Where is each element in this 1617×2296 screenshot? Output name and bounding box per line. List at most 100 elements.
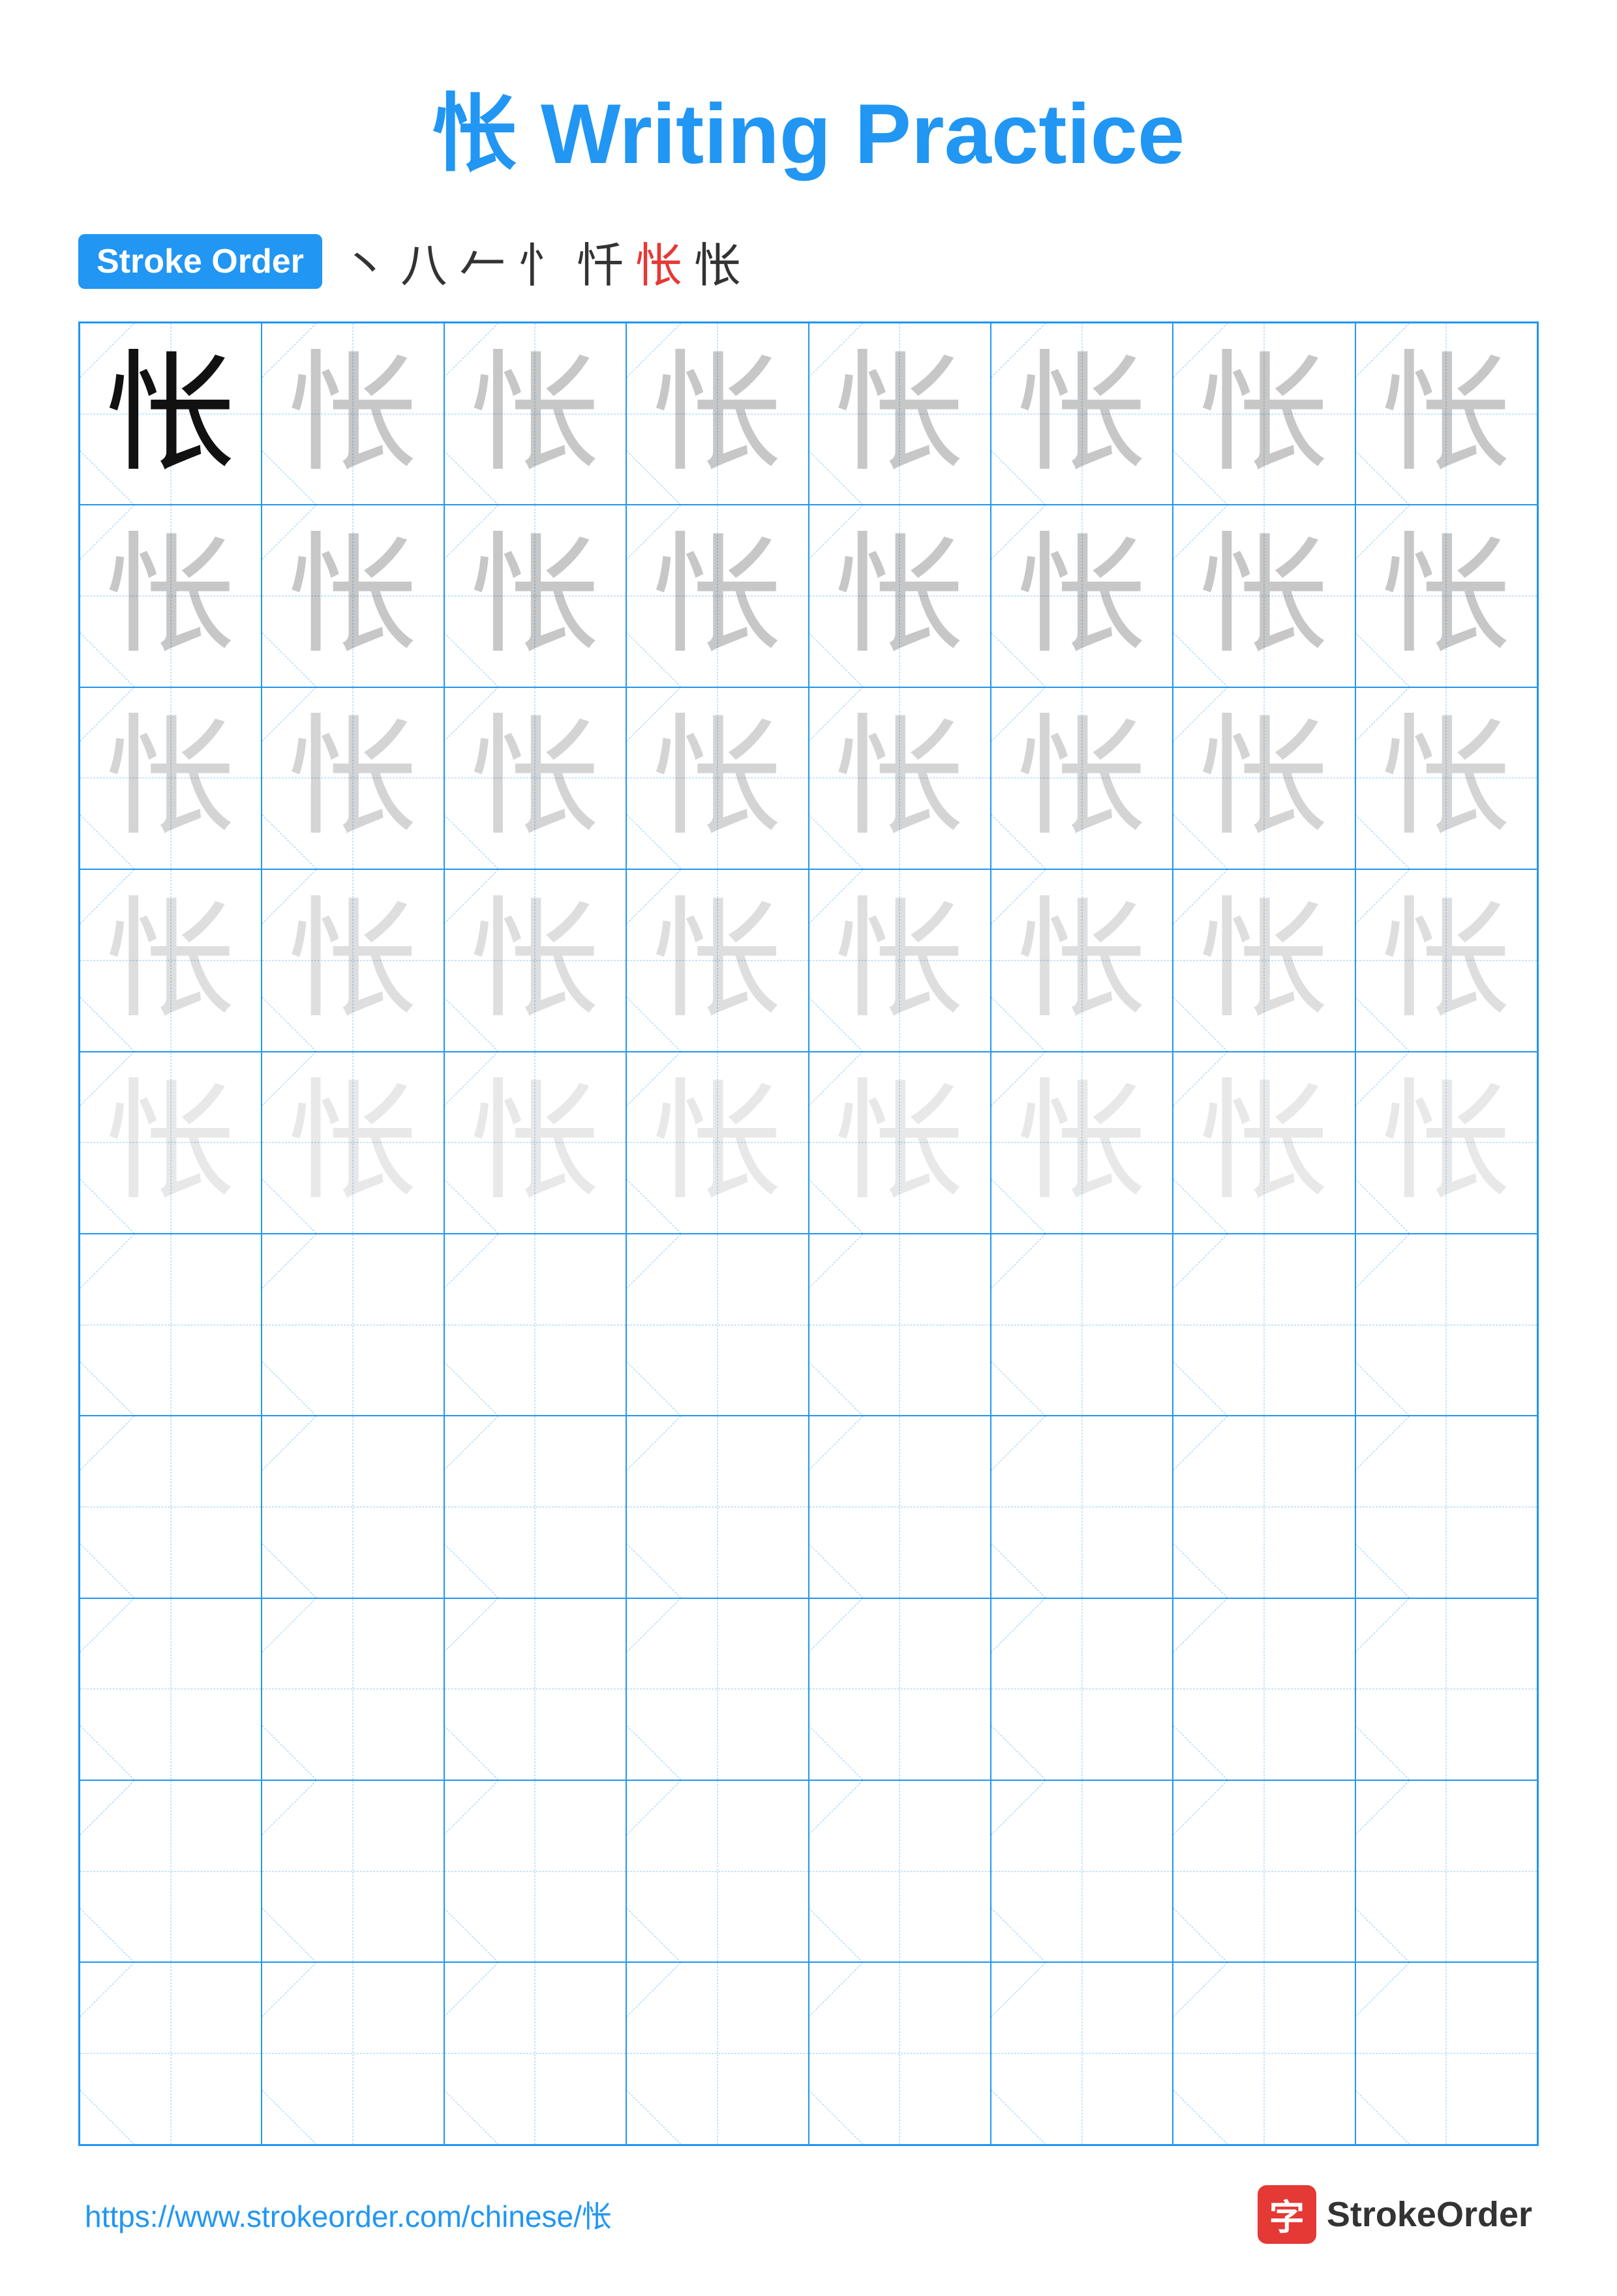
grid-cell[interactable]: 怅 [1355,1052,1537,1234]
grid-cell[interactable] [444,1416,626,1598]
grid-cell[interactable] [991,1962,1173,2144]
grid-cell[interactable] [444,1234,626,1416]
grid-cell[interactable] [626,1962,808,2144]
grid-cell[interactable]: 怅 [262,323,444,505]
grid-cell[interactable] [626,1780,808,1962]
grid-cell[interactable]: 怅 [991,687,1173,869]
character-display: 怅 [1199,713,1329,843]
grid-cell[interactable]: 怅 [444,323,626,505]
grid-cell[interactable] [1355,1598,1537,1780]
grid-cell[interactable] [809,1416,991,1598]
grid-cell[interactable] [262,1962,444,2144]
grid-cell[interactable]: 怅 [1355,505,1537,687]
grid-cell[interactable] [1173,1234,1355,1416]
character-display: 怅 [1199,895,1329,1026]
grid-cell[interactable] [809,1234,991,1416]
grid-cell[interactable]: 怅 [262,687,444,869]
grid-cell[interactable]: 怅 [1173,1052,1355,1234]
character-display: 怅 [1017,531,1147,661]
grid-cell[interactable]: 怅 [1355,869,1537,1051]
character-display: 怅 [1017,1077,1147,1208]
grid-cell[interactable] [1173,1962,1355,2144]
grid-cell[interactable]: 怅 [809,687,991,869]
grid-cell[interactable]: 怅 [626,869,808,1051]
grid-cell[interactable]: 怅 [262,505,444,687]
character-display: 怅 [1017,349,1147,479]
grid-cell[interactable]: 怅 [626,1052,808,1234]
character-display: 怅 [1199,531,1329,661]
character-display: 怅 [1381,895,1511,1026]
grid-cell[interactable]: 怅 [809,869,991,1051]
grid-cell[interactable] [1173,1416,1355,1598]
grid-cell[interactable]: 怅 [1173,505,1355,687]
grid-cell[interactable] [1355,1780,1537,1962]
grid-cell[interactable]: 怅 [809,1052,991,1234]
grid-cell[interactable]: 怅 [1173,869,1355,1051]
grid-cell[interactable] [626,1416,808,1598]
grid-cell[interactable] [1173,1598,1355,1780]
grid-cell[interactable] [991,1416,1173,1598]
character-display: 怅 [834,895,965,1026]
character-display: 怅 [834,349,965,479]
grid-cell[interactable]: 怅 [626,687,808,869]
grid-cell[interactable]: 怅 [626,323,808,505]
logo-icon: 字 [1258,2185,1316,2244]
grid-cell[interactable] [444,1962,626,2144]
grid-cell[interactable]: 怅 [1173,687,1355,869]
grid-cell[interactable] [1355,1234,1537,1416]
grid-cell[interactable]: 怅 [80,869,262,1051]
logo-name: StrokeOrder [1327,2194,1532,2235]
grid-cell[interactable]: 怅 [991,1052,1173,1234]
character-display: 怅 [288,713,418,843]
grid-cell[interactable] [809,1962,991,2144]
character-display: 怅 [106,713,236,843]
grid-cell[interactable] [444,1780,626,1962]
character-display: 怅 [470,1077,600,1208]
grid-cell[interactable]: 怅 [444,1052,626,1234]
character-display: 怅 [834,1077,965,1208]
grid-cell[interactable]: 怅 [991,505,1173,687]
stroke-sequence: 丶 八 𠂉 忄 忏 怅 怅 [342,227,741,295]
grid-cell[interactable]: 怅 [444,869,626,1051]
grid-cell[interactable]: 怅 [991,869,1173,1051]
grid-cell[interactable]: 怅 [80,1052,262,1234]
grid-cell[interactable] [626,1234,808,1416]
grid-cell[interactable]: 怅 [1173,323,1355,505]
grid-cell[interactable] [1355,1962,1537,2144]
grid-cell[interactable]: 怅 [991,323,1173,505]
grid-cell[interactable] [80,1598,262,1780]
grid-cell[interactable] [80,1234,262,1416]
grid-cell[interactable]: 怅 [80,505,262,687]
grid-cell[interactable]: 怅 [262,1052,444,1234]
grid-cell[interactable]: 怅 [1355,687,1537,869]
grid-cell[interactable] [809,1598,991,1780]
grid-cell[interactable] [991,1598,1173,1780]
grid-cell[interactable] [1355,1416,1537,1598]
grid-cell[interactable] [262,1780,444,1962]
grid-cell[interactable]: 怅 [1355,323,1537,505]
grid-cell[interactable] [1173,1780,1355,1962]
grid-cell[interactable]: 怅 [80,687,262,869]
grid-cell[interactable] [262,1234,444,1416]
stroke-7: 怅 [694,227,741,295]
footer-url[interactable]: https://www.strokeorder.com/chinese/怅 [85,2193,612,2236]
stroke-5: 忏 [577,227,624,295]
grid-cell[interactable] [626,1598,808,1780]
grid-cell[interactable]: 怅 [809,323,991,505]
grid-cell[interactable]: 怅 [626,505,808,687]
grid-cell[interactable] [80,1780,262,1962]
grid-cell[interactable] [444,1598,626,1780]
grid-cell[interactable]: 怅 [444,505,626,687]
grid-cell[interactable]: 怅 [262,869,444,1051]
grid-cell[interactable] [80,1962,262,2144]
grid-cell[interactable] [809,1780,991,1962]
page: 怅 Writing Practice Stroke Order 丶 八 𠂉 忄 … [0,0,1617,2296]
grid-cell[interactable] [991,1234,1173,1416]
grid-cell[interactable] [80,1416,262,1598]
grid-cell[interactable]: 怅 [444,687,626,869]
grid-cell[interactable] [262,1598,444,1780]
grid-cell[interactable] [262,1416,444,1598]
grid-cell[interactable] [991,1780,1173,1962]
grid-cell[interactable]: 怅 [809,505,991,687]
grid-cell[interactable]: 怅 [80,323,262,505]
